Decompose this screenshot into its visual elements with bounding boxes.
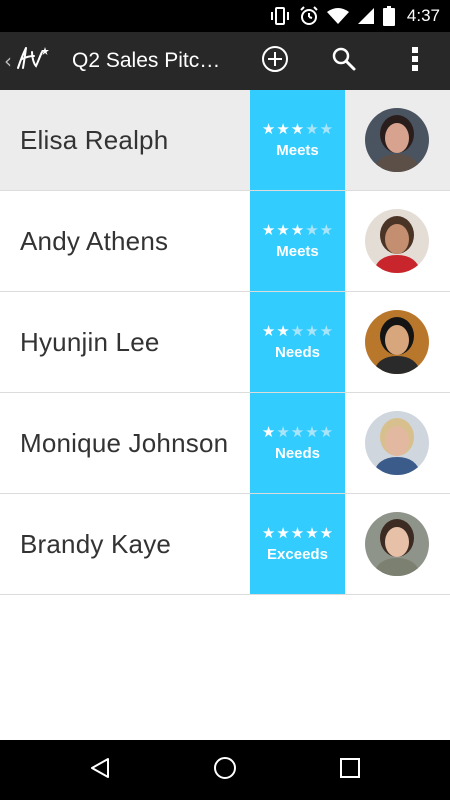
vibrate-icon xyxy=(269,6,291,26)
home-circle-icon xyxy=(213,756,237,785)
battery-icon xyxy=(382,6,395,26)
status-time: 4:37 xyxy=(406,6,440,25)
star-icon: ★ xyxy=(276,523,290,542)
rating-label: Meets xyxy=(276,242,319,260)
star-rating: ★ ★ ★ ★ ★ xyxy=(261,321,334,340)
rating-label: Meets xyxy=(276,141,319,159)
alarm-icon xyxy=(299,6,319,26)
star-icon: ★ xyxy=(319,523,334,542)
star-icon: ★ xyxy=(290,220,305,239)
star-icon: ★ xyxy=(319,119,334,138)
signal-icon xyxy=(357,7,375,25)
rating-badge[interactable]: ★ ★ ★ ★ ★ Needs xyxy=(250,292,345,392)
star-icon: ★ xyxy=(276,119,290,138)
recents-square-icon xyxy=(339,757,361,784)
list-item[interactable]: Elisa Realph ★ ★ ★ ★ ★ Meets xyxy=(0,90,450,191)
status-bar: 4:37 xyxy=(0,0,450,32)
star-icon: ★ xyxy=(261,220,276,239)
avatar[interactable] xyxy=(365,209,429,273)
overflow-menu-icon xyxy=(411,46,419,77)
nav-back-button[interactable] xyxy=(60,740,140,800)
nav-recents-button[interactable] xyxy=(310,740,390,800)
avatar[interactable] xyxy=(365,512,429,576)
star-icon: ★ xyxy=(276,321,290,340)
employee-name: Monique Johnson xyxy=(20,428,229,458)
list-item[interactable]: Monique Johnson ★ ★ ★ ★ ★ Needs xyxy=(0,393,450,494)
avatar[interactable] xyxy=(365,411,429,475)
rating-badge[interactable]: ★ ★ ★ ★ ★ Needs xyxy=(250,393,345,493)
star-icon: ★ xyxy=(290,422,305,441)
wifi-icon xyxy=(326,7,349,25)
star-icon: ★ xyxy=(261,523,276,542)
star-icon: ★ xyxy=(305,422,319,441)
star-icon: ★ xyxy=(261,422,276,441)
employee-name: Brandy Kaye xyxy=(20,529,172,559)
rating-badge[interactable]: ★ ★ ★ ★ ★ Exceeds xyxy=(250,494,345,594)
rating-label: Exceeds xyxy=(267,545,328,563)
search-icon xyxy=(331,46,357,77)
star-icon: ★ xyxy=(261,119,276,138)
up-navigation-button[interactable]: ‹ xyxy=(0,32,64,90)
star-rating: ★ ★ ★ ★ ★ xyxy=(261,220,334,239)
rating-badge[interactable]: ★ ★ ★ ★ ★ Meets xyxy=(250,90,345,190)
avatar[interactable] xyxy=(365,310,429,374)
star-icon: ★ xyxy=(290,523,305,542)
star-icon: ★ xyxy=(305,220,319,239)
list-item[interactable]: Hyunjin Lee ★ ★ ★ ★ ★ Needs xyxy=(0,292,450,393)
page-title: Q2 Sales Pitc… xyxy=(72,49,221,72)
action-bar: ‹ Q2 Sales Pitc… xyxy=(0,32,450,90)
employee-list: Elisa Realph ★ ★ ★ ★ ★ Meets Andy Athens ★ ★ ★ ★ ★ Me… xyxy=(0,90,450,595)
star-rating: ★ ★ ★ ★ ★ xyxy=(261,422,334,441)
chevron-left-icon: ‹ xyxy=(4,49,12,73)
list-item[interactable]: Andy Athens ★ ★ ★ ★ ★ Meets xyxy=(0,191,450,292)
star-icon: ★ xyxy=(305,523,319,542)
star-icon: ★ xyxy=(261,321,276,340)
back-triangle-icon xyxy=(88,756,112,785)
rating-label: Needs xyxy=(274,343,321,361)
nav-home-button[interactable] xyxy=(185,740,265,800)
star-rating: ★ ★ ★ ★ ★ xyxy=(261,119,334,138)
hv-logo-icon xyxy=(14,44,50,79)
add-circle-icon xyxy=(261,45,289,78)
star-icon: ★ xyxy=(305,321,319,340)
avatar[interactable] xyxy=(365,108,429,172)
employee-name: Hyunjin Lee xyxy=(20,327,160,357)
star-icon: ★ xyxy=(290,119,305,138)
list-item[interactable]: Brandy Kaye ★ ★ ★ ★ ★ Exceeds xyxy=(0,494,450,595)
star-rating: ★ ★ ★ ★ ★ xyxy=(261,523,334,542)
employee-name: Andy Athens xyxy=(20,226,169,256)
star-icon: ★ xyxy=(319,321,334,340)
star-icon: ★ xyxy=(276,422,290,441)
add-button[interactable] xyxy=(247,32,303,90)
star-icon: ★ xyxy=(290,321,305,340)
star-icon: ★ xyxy=(319,220,334,239)
star-icon: ★ xyxy=(305,119,319,138)
employee-name: Elisa Realph xyxy=(20,125,169,155)
star-icon: ★ xyxy=(319,422,334,441)
overflow-menu-button[interactable] xyxy=(387,32,443,90)
navigation-bar xyxy=(0,740,450,800)
star-icon: ★ xyxy=(276,220,290,239)
rating-label: Needs xyxy=(274,444,321,462)
search-button[interactable] xyxy=(316,32,372,90)
rating-badge[interactable]: ★ ★ ★ ★ ★ Meets xyxy=(250,191,345,291)
